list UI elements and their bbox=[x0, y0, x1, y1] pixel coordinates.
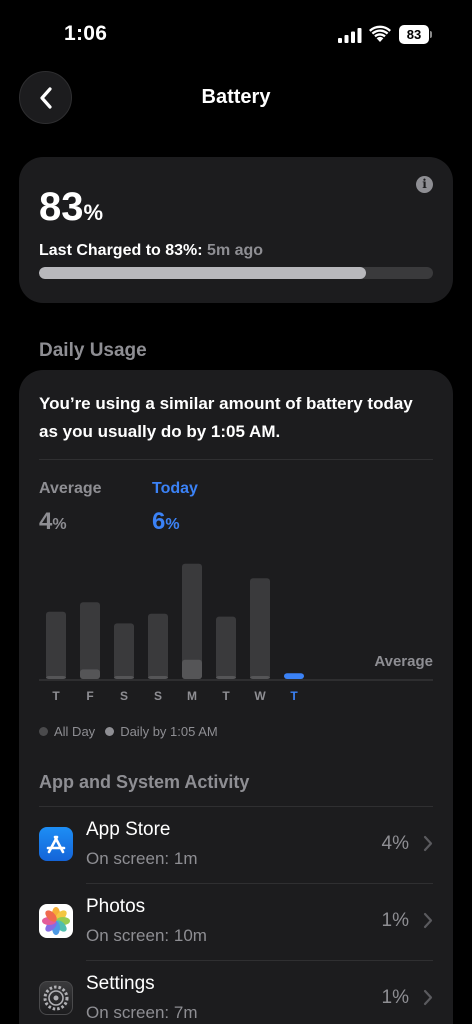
app-screen-time: On screen: 1m bbox=[86, 849, 198, 868]
app-name: Photos bbox=[86, 896, 146, 917]
today-value: 6% bbox=[152, 508, 180, 536]
chevron-right-icon bbox=[423, 835, 433, 852]
bar-all-day bbox=[80, 602, 100, 679]
battery-level-card: 83% i Last Charged to 83%: 5m ago bbox=[19, 157, 453, 303]
today-value-unit: % bbox=[165, 516, 180, 533]
chart-legend: All Day Daily by 1:05 AM bbox=[39, 724, 228, 739]
bar-daily-by bbox=[284, 673, 304, 679]
bar-all-day bbox=[250, 578, 270, 679]
app-name: App Store bbox=[86, 819, 171, 840]
cellular-signal-icon bbox=[338, 28, 362, 43]
average-value-unit: % bbox=[52, 516, 67, 533]
x-tick-label: T bbox=[52, 689, 60, 703]
photos-icon bbox=[39, 904, 73, 938]
average-label: Average bbox=[39, 480, 102, 497]
bar-daily-by bbox=[250, 676, 270, 679]
bar-daily-by bbox=[114, 676, 134, 679]
bar-all-day bbox=[148, 613, 168, 679]
battery-percent: 83% bbox=[39, 185, 103, 230]
today-label: Today bbox=[152, 480, 198, 497]
battery-percent-unit: % bbox=[83, 200, 104, 225]
app-screen-time: On screen: 7m bbox=[86, 1003, 198, 1022]
status-time: 1:06 bbox=[64, 22, 108, 45]
battery-status-icon: 83 bbox=[399, 25, 432, 44]
wifi-icon bbox=[369, 25, 391, 42]
last-charged-ago: 5m ago bbox=[207, 242, 264, 259]
average-value: 4% bbox=[39, 508, 67, 536]
battery-level-bar bbox=[39, 267, 433, 279]
bar-daily-by bbox=[216, 676, 236, 679]
usage-summary: You’re using a similar amount of battery… bbox=[39, 394, 413, 441]
battery-percent-value: 83 bbox=[39, 185, 84, 229]
chevron-right-icon bbox=[423, 912, 433, 929]
x-tick-label: T bbox=[290, 689, 298, 703]
x-tick-label: T bbox=[222, 689, 230, 703]
daily-usage-title: Daily Usage bbox=[39, 340, 147, 361]
app-screen-time: On screen: 10m bbox=[86, 926, 207, 945]
bar-daily-by bbox=[46, 676, 66, 679]
daily-usage-card: You’re using a similar amount of battery… bbox=[19, 370, 453, 1024]
legend-all-day: All Day bbox=[39, 724, 95, 739]
bar-all-day bbox=[46, 611, 66, 679]
average-value-number: 4 bbox=[39, 508, 53, 535]
legend-dot bbox=[105, 727, 115, 736]
last-charged-line: Last Charged to 83%: 5m ago bbox=[39, 242, 263, 260]
battery-nub bbox=[430, 31, 432, 38]
app-row-settings[interactable]: Settings On screen: 7m 1% bbox=[19, 961, 453, 1024]
x-tick-label: M bbox=[187, 689, 197, 703]
status-bar: 1:06 83 bbox=[0, 0, 472, 70]
average-line-label: Average bbox=[374, 653, 433, 670]
info-icon[interactable]: i bbox=[416, 176, 433, 193]
legend-daily-by: Daily by 1:05 AM bbox=[105, 724, 218, 739]
bar-all-day bbox=[216, 616, 236, 679]
page-title: Battery bbox=[201, 86, 271, 108]
daily-usage-chart[interactable]: T F S S M T W T Average bbox=[19, 550, 453, 710]
app-row-photos[interactable]: Photos On screen: 10m 1% bbox=[19, 884, 453, 961]
app-store-icon bbox=[39, 827, 73, 861]
bar-daily-by bbox=[148, 676, 168, 679]
last-charged-label: Last Charged to 83%: bbox=[39, 242, 203, 259]
x-tick-label: S bbox=[154, 689, 162, 703]
battery-status-level: 83 bbox=[399, 25, 429, 44]
app-usage-percent: 1% bbox=[381, 987, 409, 1008]
app-usage-percent: 1% bbox=[381, 910, 409, 931]
activity-title: App and System Activity bbox=[39, 772, 250, 792]
legend-dot bbox=[39, 727, 48, 736]
legend-all-day-label: All Day bbox=[54, 724, 96, 739]
battery-level-fill bbox=[39, 267, 367, 279]
divider bbox=[39, 459, 433, 460]
chevron-right-icon bbox=[423, 989, 433, 1006]
app-name: Settings bbox=[86, 973, 155, 994]
bar-daily-by bbox=[182, 659, 202, 679]
app-usage-percent: 4% bbox=[381, 833, 409, 854]
legend-daily-by-label: Daily by 1:05 AM bbox=[120, 724, 218, 739]
bar-daily-by bbox=[80, 669, 100, 679]
x-tick-label: S bbox=[120, 689, 128, 703]
app-row-app-store[interactable]: App Store On screen: 1m 4% bbox=[19, 807, 453, 884]
x-tick-label: F bbox=[86, 689, 93, 703]
settings-gear-icon bbox=[39, 981, 73, 1015]
today-value-number: 6 bbox=[152, 508, 166, 535]
x-tick-label: W bbox=[254, 689, 266, 703]
bar-all-day bbox=[114, 623, 134, 679]
